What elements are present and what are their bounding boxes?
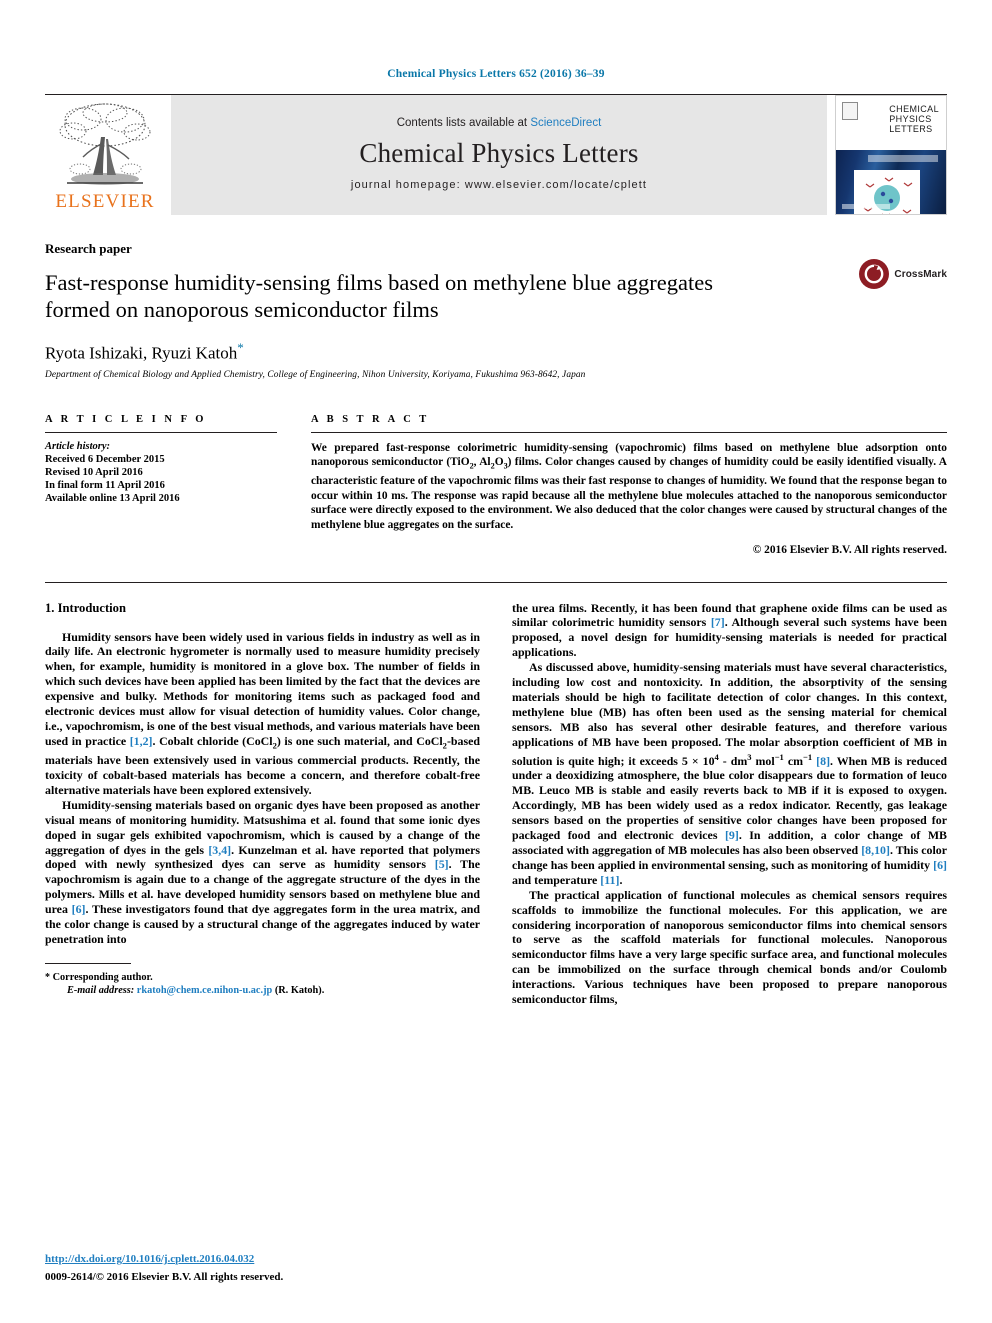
author-list: Ryota Ishizaki, Ryuzi Katoh* (45, 340, 947, 364)
paragraph: Humidity sensors have been widely used i… (45, 629, 480, 797)
citation-link[interactable]: [7] (711, 615, 725, 629)
sciencedirect-link[interactable]: ScienceDirect (530, 117, 601, 129)
cover-footer-bar (842, 203, 890, 209)
body-top-divider (45, 581, 947, 583)
paper-type-label: Research paper (45, 241, 132, 256)
contents-prefix: Contents lists available at (396, 117, 531, 129)
journal-title: Chemical Physics Letters (359, 138, 639, 168)
elsevier-tree-icon (53, 99, 157, 191)
page-title: Fast-response humidity-sensing films bas… (45, 270, 713, 322)
crossmark-label: CrossMark (894, 268, 947, 280)
citation-link[interactable]: [9] (725, 828, 739, 842)
history-item: Available online 13 April 2016 (45, 492, 180, 504)
cover-bottom-panel (836, 150, 946, 214)
body-column-left: 1. Introduction Humidity sensors have be… (45, 601, 480, 1007)
abstract-heading: A B S T R A C T (311, 413, 430, 425)
doi-link[interactable]: http://dx.doi.org/10.1016/j.cplett.2016.… (45, 1253, 480, 1265)
crossmark-badge[interactable]: CrossMark (859, 259, 947, 289)
body-column-right: the urea films. Recently, it has been fo… (512, 601, 947, 1007)
running-head: Chemical Physics Letters 652 (2016) 36–3… (387, 68, 605, 80)
info-abstract-region: A R T I C L E I N F O Article history: R… (45, 414, 947, 556)
section-heading-introduction: 1. Introduction (45, 600, 126, 615)
citation-link[interactable]: [1,2] (130, 734, 153, 748)
article-info-heading: A R T I C L E I N F O (45, 413, 207, 425)
paragraph: As discussed above, humidity-sensing mat… (512, 660, 947, 887)
citation-link[interactable]: [3,4] (208, 843, 231, 857)
footnote-email-suffix: (R. Katoh). (274, 984, 325, 996)
contents-available-line: Contents lists available at ScienceDirec… (397, 117, 602, 129)
abstract-text: We prepared fast-response colorimetric h… (311, 441, 947, 531)
asterisk-icon: * (45, 971, 50, 983)
corresponding-author-marker: * (237, 340, 244, 355)
author-names: Ryota Ishizaki, Ryuzi Katoh (45, 343, 238, 363)
cover-elsevier-icon (842, 102, 858, 120)
abstract-rule (311, 431, 947, 433)
footnote-rule (45, 962, 131, 964)
footnote-email: E-mail address: rkatoh@chem.ce.nihon-u.a… (45, 984, 480, 997)
abstract-copyright: © 2016 Elsevier B.V. All rights reserved… (752, 543, 947, 556)
citation-link[interactable]: [5] (435, 857, 449, 871)
affiliation: Department of Chemical Biology and Appli… (45, 369, 586, 380)
paragraph: the urea films. Recently, it has been fo… (512, 600, 947, 660)
article-history-title: Article history: (45, 440, 111, 452)
citation-link[interactable]: [8] (816, 754, 830, 768)
elsevier-logo: ELSEVIER (45, 95, 165, 215)
paragraph: Humidity-sensing materials based on orga… (45, 797, 481, 946)
history-item: Revised 10 April 2016 (45, 466, 143, 478)
body-columns: 1. Introduction Humidity sensors have be… (45, 601, 947, 1007)
history-item: In final form 11 April 2016 (45, 479, 165, 491)
issn-copyright-line: 0009-2614/© 2016 Elsevier B.V. All right… (45, 1271, 284, 1283)
journal-cover-thumbnail: CHEMICAL PHYSICS LETTERS (835, 95, 947, 215)
citation-link[interactable]: [6] (72, 902, 86, 916)
paper-page: Chemical Physics Letters 652 (2016) 36–3… (0, 0, 992, 1323)
citation-link[interactable]: [6] (933, 858, 947, 872)
cover-top-panel: CHEMICAL PHYSICS LETTERS (836, 96, 946, 151)
history-item: Received 6 December 2015 (45, 453, 165, 465)
crossmark-icon (859, 259, 890, 289)
abstract-column: A B S T R A C T We prepared fast-respons… (311, 414, 947, 556)
footnote-block: * Corresponding author. E-mail address: … (45, 962, 480, 997)
page-footer: http://dx.doi.org/10.1016/j.cplett.2016.… (45, 1253, 480, 1285)
paragraph: The practical application of functional … (512, 887, 947, 1007)
footnote-corresponding-text: Corresponding author. (52, 971, 153, 983)
journal-band: Contents lists available at ScienceDirec… (171, 95, 827, 215)
journal-masthead: ELSEVIER Contents lists available at Sci… (45, 95, 947, 215)
cover-subtitle-bar (868, 155, 938, 163)
footnote-email-label: E-mail address: (67, 984, 135, 996)
email-link[interactable]: rkatoh@chem.ce.nihon-u.ac.jp (137, 985, 272, 996)
cover-journal-title: CHEMICAL PHYSICS LETTERS (889, 104, 939, 134)
citation-link[interactable]: [11] (600, 873, 619, 887)
article-header: Research paper Fast-response humidity-se… (45, 241, 947, 380)
article-info-column: A R T I C L E I N F O Article history: R… (45, 414, 277, 556)
elsevier-wordmark: ELSEVIER (55, 191, 155, 212)
journal-homepage-link[interactable]: journal homepage: www.elsevier.com/locat… (351, 179, 647, 191)
article-info-rule (45, 431, 277, 433)
footnote-corresponding: * Corresponding author. (45, 971, 480, 984)
citation-link[interactable]: [8,10] (861, 843, 890, 857)
